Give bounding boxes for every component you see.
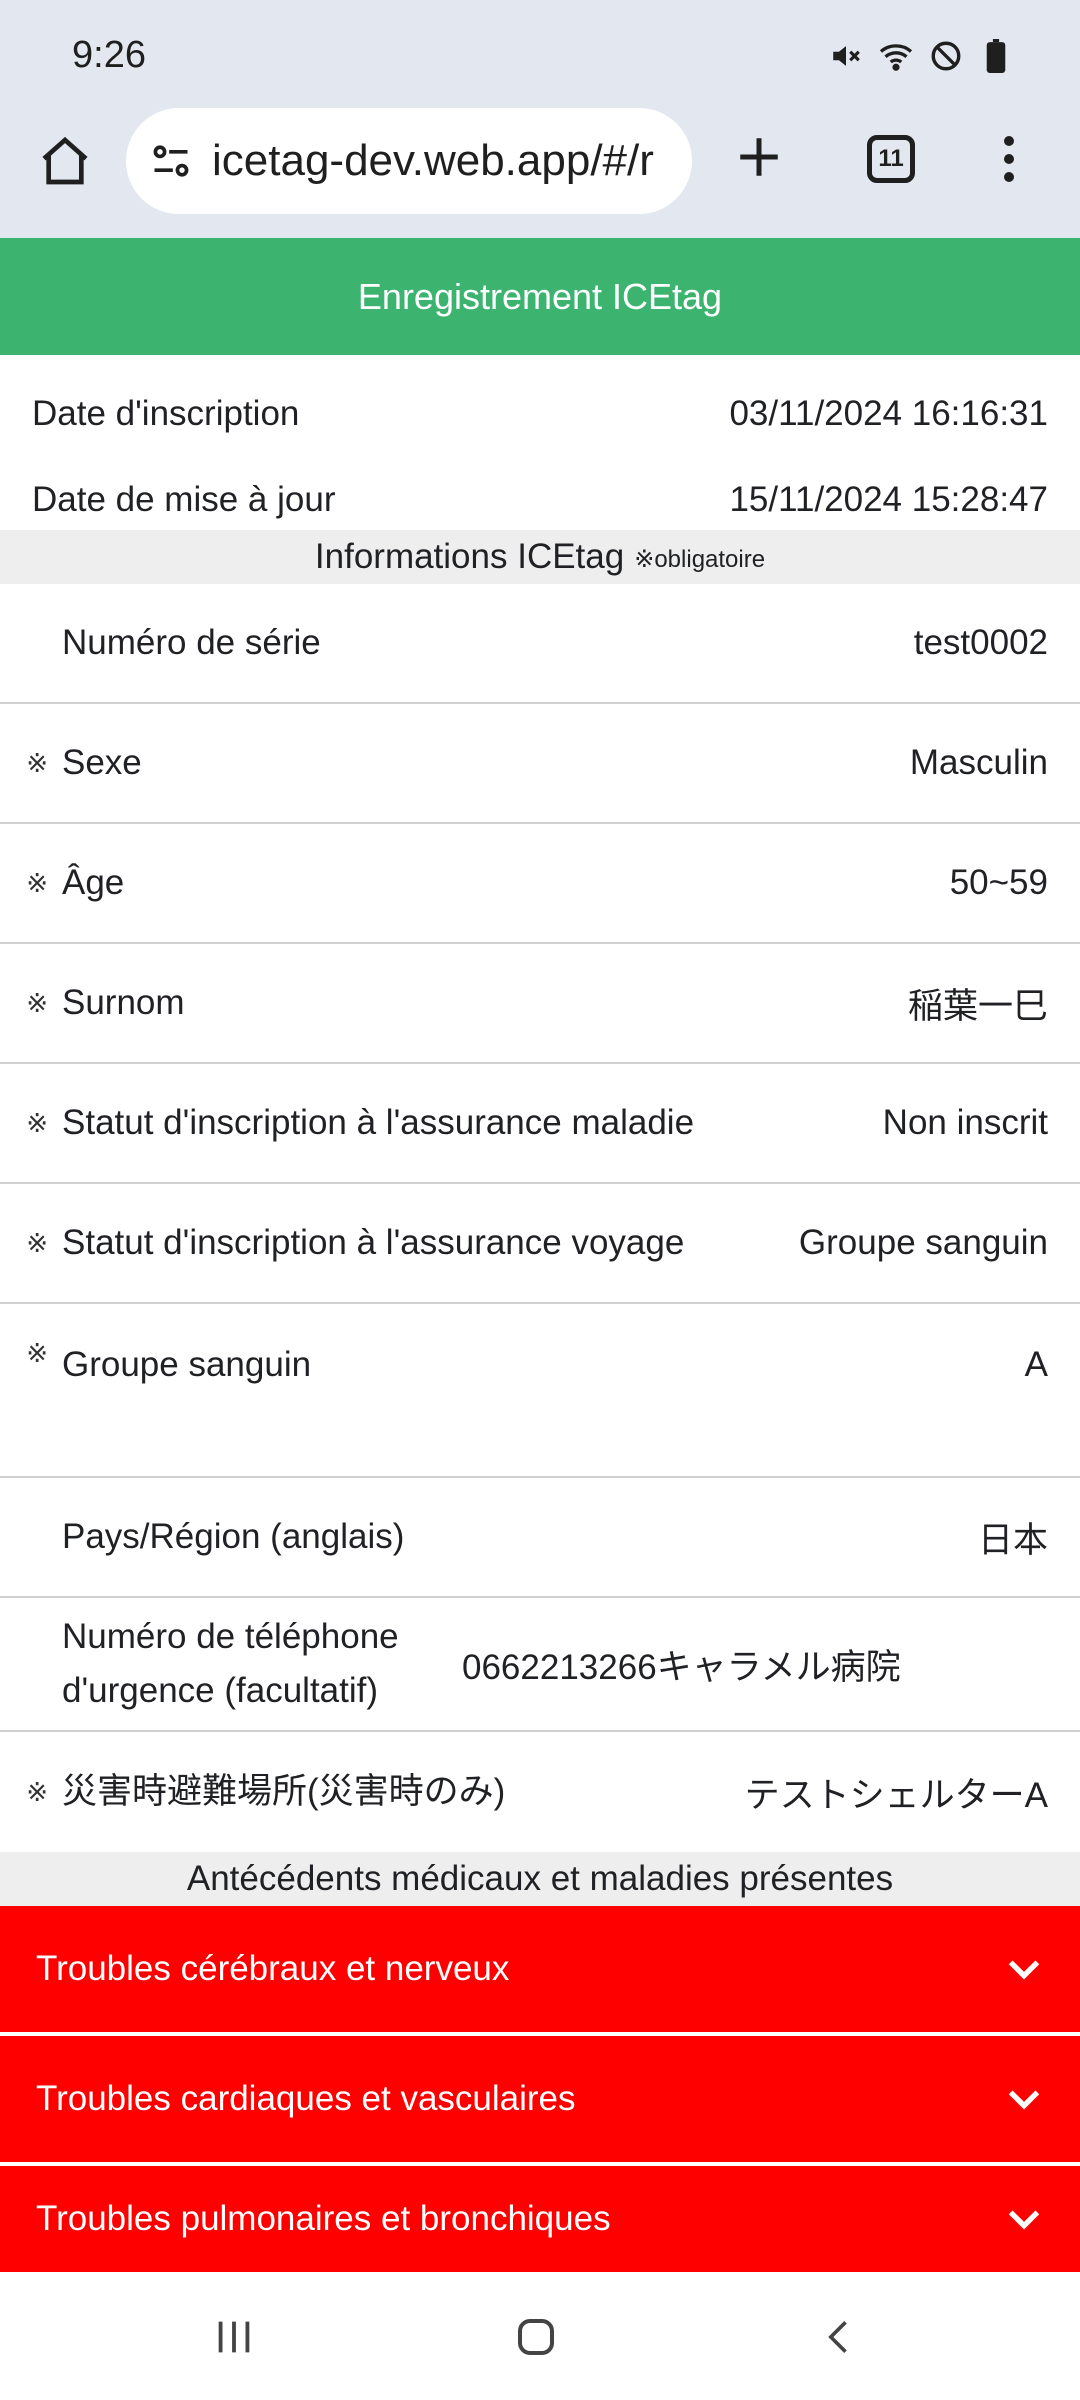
date-label: Date d'inscription [32, 394, 300, 433]
status-bar: 9:26 [0, 0, 1080, 100]
required-mark: ※ [26, 1338, 48, 1368]
status-icons [828, 38, 1014, 74]
required-mark: ※ [26, 1776, 48, 1807]
home-icon [42, 136, 88, 185]
accordion-label: Troubles cardiaques et vasculaires [36, 2079, 576, 2118]
registration-date-row: Date d'inscription 03/11/2024 16:16:31 [0, 384, 1080, 444]
field-label: 災害時避難場所(災害時のみ) [62, 1772, 506, 1811]
chevron-down-icon [1008, 2090, 1040, 2110]
field-blood-type[interactable]: ※ Groupe sanguin A [0, 1304, 1080, 1478]
field-health-insurance[interactable]: ※ Statut d'inscription à l'assurance mal… [0, 1064, 1080, 1184]
field-label: Statut d'inscription à l'assurance voyag… [62, 1223, 685, 1262]
date-value: 15/11/2024 15:28:47 [729, 480, 1048, 519]
field-value: 50~59 [949, 863, 1048, 902]
accordion-label: Troubles pulmonaires et bronchiques [36, 2199, 611, 2238]
status-time: 9:26 [72, 34, 146, 76]
back-icon [828, 2321, 847, 2353]
field-serial-number[interactable]: Numéro de série test0002 [0, 584, 1080, 704]
field-label: Pays/Région (anglais) [62, 1517, 405, 1556]
field-value: テストシェルターA [744, 1775, 1048, 1815]
mute-icon [828, 38, 864, 74]
home-nav-icon [518, 2319, 554, 2355]
tab-switcher-button[interactable]: 11 [856, 124, 926, 194]
field-value: Non inscrit [882, 1103, 1048, 1142]
tab-count: 11 [867, 135, 915, 183]
required-mark: ※ [26, 747, 48, 778]
recent-apps-button[interactable] [194, 2302, 274, 2372]
new-tab-button[interactable] [724, 122, 794, 192]
accordion-brain-nerves[interactable]: Troubles cérébraux et nerveux [0, 1906, 1080, 2034]
more-menu-icon[interactable] [984, 124, 1034, 194]
battery-icon [978, 38, 1014, 74]
field-country[interactable]: Pays/Région (anglais) 日本 [0, 1478, 1080, 1598]
field-value: Masculin [909, 743, 1048, 782]
field-nickname[interactable]: ※ Surnom 稲葉一巳 [0, 944, 1080, 1064]
address-bar[interactable]: icetag-dev.web.app/#/r [126, 108, 692, 214]
do-not-disturb-icon [928, 38, 964, 74]
field-value: 稲葉一巳 [907, 986, 1048, 1026]
accordion-lungs-bronchi[interactable]: Troubles pulmonaires et bronchiques [0, 2166, 1080, 2272]
chevron-down-icon [1008, 1960, 1040, 1980]
field-label: Groupe sanguin [62, 1345, 312, 1384]
date-label: Date de mise à jour [32, 480, 336, 519]
site-settings-icon[interactable] [146, 136, 196, 186]
field-emergency-phone[interactable]: Numéro de téléphone d'urgence (facultati… [0, 1598, 1080, 1732]
field-label: Âge [62, 863, 125, 902]
field-travel-insurance[interactable]: ※ Statut d'inscription à l'assurance voy… [0, 1184, 1080, 1304]
field-value: 0662213266キャラメル病院 [462, 1647, 901, 1687]
field-value: test0002 [913, 623, 1048, 662]
url-text: icetag-dev.web.app/#/r [212, 136, 654, 185]
field-age[interactable]: ※ Âge 50~59 [0, 824, 1080, 944]
field-sex[interactable]: ※ Sexe Masculin [0, 704, 1080, 824]
chevron-down-icon [1008, 2210, 1040, 2230]
section-header-medical: Antécédents médicaux et maladies présent… [0, 1852, 1080, 1906]
field-value: A [1024, 1345, 1048, 1384]
field-evacuation-site[interactable]: ※ 災害時避難場所(災害時のみ) テストシェルターA [0, 1732, 1080, 1852]
accordion-label: Troubles cérébraux et nerveux [36, 1949, 510, 1988]
required-mark: ※ [26, 1107, 48, 1138]
recent-apps-icon [218, 2321, 250, 2353]
required-mark: ※ [26, 1227, 48, 1258]
home-button[interactable] [30, 126, 100, 196]
field-label: Numéro de téléphone d'urgence (facultati… [62, 1617, 399, 1710]
field-value: 日本 [977, 1520, 1048, 1560]
section-title: Antécédents médicaux et maladies présent… [186, 1859, 894, 1898]
plus-icon [740, 138, 778, 176]
page-title: Enregistrement ICEtag [357, 275, 723, 317]
wifi-icon [878, 38, 914, 74]
field-label: Surnom [62, 983, 185, 1022]
field-label: Sexe [62, 743, 142, 782]
date-value: 03/11/2024 16:16:31 [729, 394, 1048, 433]
back-button[interactable] [800, 2302, 880, 2372]
required-mark: ※ [26, 867, 48, 898]
section-header-info: Informations ICEtag ※obligatoire [0, 530, 1080, 584]
required-note: ※obligatoire [634, 545, 766, 573]
browser-toolbar: icetag-dev.web.app/#/r 11 [0, 100, 1080, 238]
field-value: Groupe sanguin [798, 1223, 1048, 1262]
field-label: Numéro de série [62, 623, 321, 662]
accordion-heart-vessels[interactable]: Troubles cardiaques et vasculaires [0, 2036, 1080, 2164]
update-date-row: Date de mise à jour 15/11/2024 15:28:47 [0, 470, 1080, 530]
page-header: Enregistrement ICEtag [0, 238, 1080, 355]
field-label: Statut d'inscription à l'assurance malad… [62, 1103, 695, 1142]
system-nav-bar [0, 2272, 1080, 2400]
section-title: Informations ICEtag [314, 537, 625, 576]
home-nav-button[interactable] [496, 2302, 576, 2372]
required-mark: ※ [26, 987, 48, 1018]
